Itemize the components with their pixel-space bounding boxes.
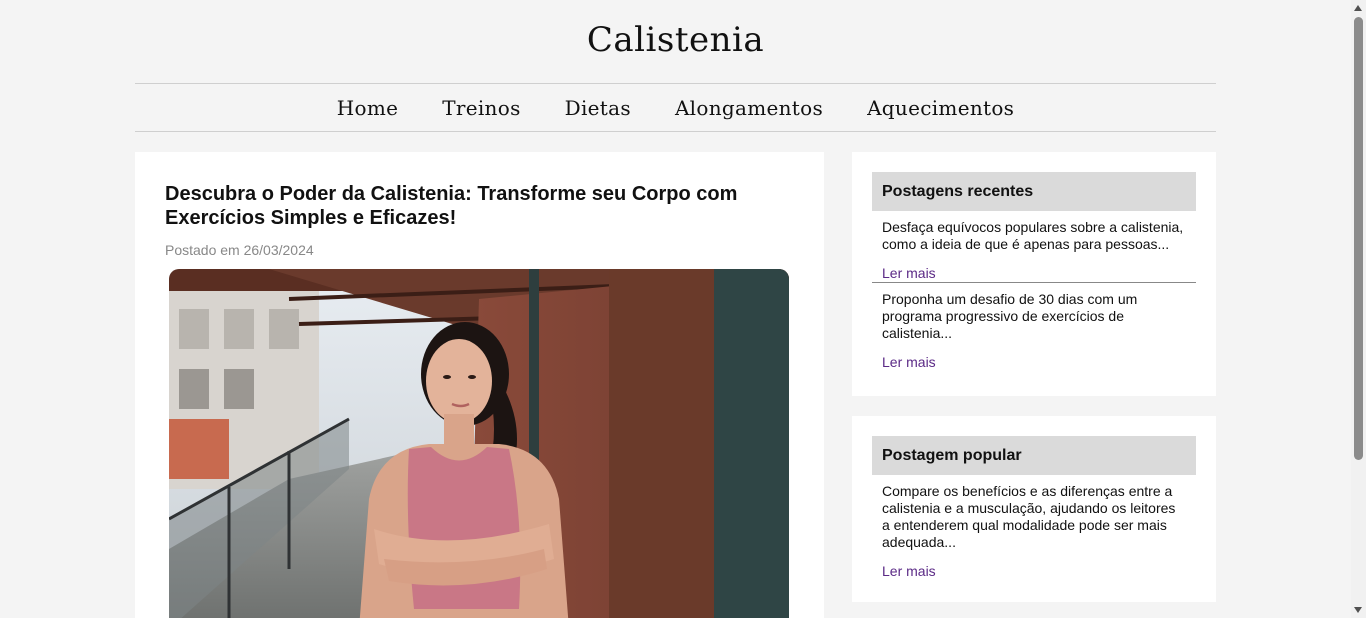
nav-item-treinos[interactable]: Treinos <box>442 96 520 120</box>
post-image[interactable] <box>169 269 789 618</box>
post-photo-illustration <box>169 269 789 618</box>
list-item: Desfaça equívocos populares sobre a cali… <box>872 211 1196 282</box>
recent-post-excerpt: Proponha um desafio de 30 dias com um pr… <box>882 291 1138 341</box>
popular-post-excerpt: Compare os benefícios e as diferenças en… <box>882 483 1176 550</box>
recent-posts-heading: Postagens recentes <box>872 172 1196 211</box>
read-more-link[interactable]: Ler mais <box>882 354 1186 371</box>
nav-item-aquecimentos[interactable]: Aquecimentos <box>867 96 1014 120</box>
page: Calistenia Home Treinos Dietas Alongamen… <box>0 0 1366 618</box>
nav-item-dietas[interactable]: Dietas <box>565 96 631 120</box>
post-date: Postado em 26/03/2024 <box>165 242 314 258</box>
list-item: Proponha um desafio de 30 dias com um pr… <box>872 283 1196 371</box>
nav-item-home[interactable]: Home <box>337 96 398 120</box>
recent-posts-widget: Postagens recentes Desfaça equívocos pop… <box>852 152 1216 396</box>
scrollbar-thumb[interactable] <box>1354 17 1363 460</box>
read-more-link[interactable]: Ler mais <box>882 563 1186 580</box>
popular-post-heading: Postagem popular <box>872 436 1196 475</box>
vertical-scrollbar[interactable] <box>1351 0 1366 618</box>
nav-item-alongamentos[interactable]: Alongamentos <box>675 96 823 120</box>
scroll-down-arrow-icon[interactable] <box>1354 607 1362 613</box>
read-more-link[interactable]: Ler mais <box>882 265 1186 282</box>
site-title[interactable]: Calistenia <box>0 20 1351 60</box>
featured-post-card: Descubra o Poder da Calistenia: Transfor… <box>135 152 824 618</box>
popular-post-widget: Postagem popular Compare os benefícios e… <box>852 416 1216 602</box>
recent-post-excerpt: Desfaça equívocos populares sobre a cali… <box>882 219 1184 252</box>
scroll-up-arrow-icon[interactable] <box>1354 5 1362 11</box>
main-nav: Home Treinos Dietas Alongamentos Aquecim… <box>135 83 1216 132</box>
post-title[interactable]: Descubra o Poder da Calistenia: Transfor… <box>165 182 785 230</box>
list-item: Compare os benefícios e as diferenças en… <box>872 475 1196 580</box>
